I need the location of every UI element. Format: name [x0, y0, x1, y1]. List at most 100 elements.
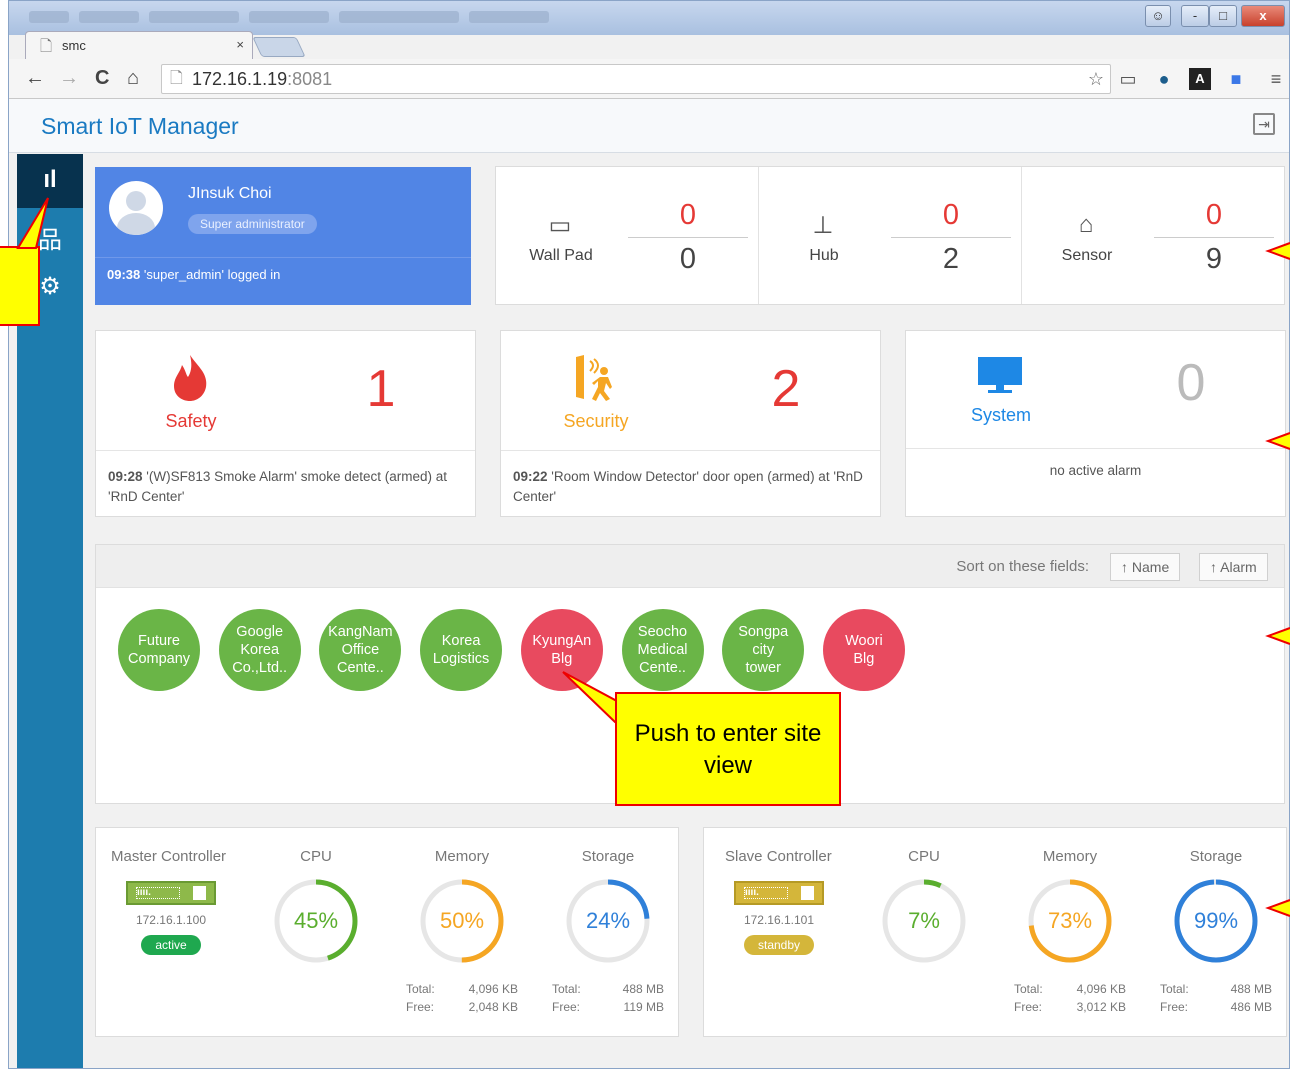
sort-alarm-button[interactable]: ↑ Alarm: [1199, 553, 1268, 581]
gauge-value: 7%: [908, 908, 940, 933]
device-label: Sensor: [1061, 247, 1113, 264]
bookmark-star-icon[interactable]: ☆: [1088, 65, 1104, 93]
site-bubble[interactable]: KangNam Office Cente..: [319, 609, 402, 691]
tab-title: smc: [62, 38, 86, 53]
login-log: 09:38 'super_admin' logged in: [95, 257, 471, 291]
address-bar-row: ← → C ⌂ 🗋 172.16.1.19:8081 ☆ ▭ ● A ■ ≡: [9, 59, 1289, 99]
alarm-message: no active alarm: [906, 448, 1285, 481]
memory-free: 3,012 KB: [1076, 1000, 1126, 1014]
cast-icon[interactable]: ▭: [1117, 68, 1139, 90]
device-sensor[interactable]: ⌂ Sensor 0 9: [1022, 167, 1285, 304]
device-label: Hub: [809, 247, 839, 264]
device-total-count: 9: [1205, 243, 1223, 275]
title-bar: ☺ - □ x: [9, 1, 1289, 35]
user-name: JInsuk Choi: [188, 185, 272, 202]
alarm-label: System: [970, 405, 1031, 425]
callout-pointer-edge: [1265, 242, 1290, 260]
system-alarm-card[interactable]: System 0 no active alarm: [905, 330, 1286, 517]
controller-icon: ıııı.: [126, 881, 216, 905]
site-bubble[interactable]: Google Korea Co.,Ltd..: [218, 609, 301, 691]
alarm-count: 0: [1176, 354, 1206, 412]
safety-alarm-card[interactable]: Safety 1 09:28 '(W)SF813 Smoke Alarm' sm…: [95, 330, 476, 517]
callout-pointer-edge: [1265, 899, 1290, 917]
close-window-button[interactable]: x: [1241, 5, 1285, 27]
sort-bar: Sort on these fields: ↑ Name ↑ Alarm: [96, 545, 1284, 588]
storage-stats: Total: Free: 488 MB 486 MB: [1160, 980, 1280, 1016]
gauge-value: 50%: [439, 908, 485, 933]
device-alarm-count: 0: [942, 199, 960, 231]
callout-pointer-edge: [1265, 627, 1290, 645]
controller-state-badge: standby: [744, 935, 814, 955]
tab-close-icon[interactable]: ×: [236, 37, 244, 52]
storage-gauge: 24%: [563, 876, 653, 966]
site-bubble[interactable]: Woori Blg: [822, 609, 905, 691]
back-icon[interactable]: ←: [25, 67, 45, 90]
storage-free: 119 MB: [623, 1000, 664, 1014]
alarm-count: 2: [771, 360, 801, 418]
wall-pad-icon: ▭: [548, 212, 572, 239]
gauge-value: 24%: [585, 908, 631, 933]
avatar: [109, 181, 163, 235]
app-header: Smart IoT Manager ⇥: [9, 99, 1289, 153]
callout-pointer-edge: [1265, 432, 1290, 450]
sidebar-callout: [0, 246, 40, 326]
menu-icon[interactable]: ≡: [1265, 68, 1287, 90]
alarm-label: Safety: [165, 411, 217, 431]
memory-stats: Total: Free: 4,096 KB 3,012 KB: [1014, 980, 1134, 1016]
device-hub[interactable]: ⊥ Hub 0 2: [759, 167, 1022, 304]
device-summary-card: ▭ Wall Pad 0 0 ⊥ Hub 0 2 ⌂ Sensor 0 9: [495, 166, 1285, 305]
browser-tab[interactable]: 🗋 smc ×: [25, 31, 253, 61]
site-bubble[interactable]: Korea Logistics: [420, 609, 503, 691]
security-alarm-card[interactable]: Security 2 09:22 'Room Window Detector' …: [500, 330, 881, 517]
fire-icon: [156, 353, 224, 414]
alarm-time: 09:22: [513, 469, 548, 484]
logout-icon[interactable]: ⇥: [1253, 113, 1275, 135]
device-label: Wall Pad: [529, 247, 593, 264]
alarm-count: 1: [366, 360, 396, 418]
user-button[interactable]: ☺: [1145, 5, 1171, 27]
page-icon: 🗋: [40, 38, 53, 55]
alarm-message: 09:22 'Room Window Detector' door open (…: [501, 450, 880, 507]
new-tab-button[interactable]: [252, 37, 306, 57]
url-host: 172.16.1.19: [192, 69, 288, 89]
maximize-button[interactable]: □: [1209, 5, 1237, 27]
device-total-count: 2: [942, 243, 960, 275]
browser-window: ☺ - □ x 🗋 smc × ← → C ⌂ 🗋 172.16.1.19:80…: [8, 0, 1290, 1069]
cpu-label: CPU: [300, 848, 332, 865]
url-input[interactable]: 🗋 172.16.1.19:8081 ☆: [161, 64, 1111, 94]
master-controller-card: Master Controller ıııı. 172.16.1.100 act…: [95, 827, 679, 1037]
site-view-callout: Push to enter site view: [615, 692, 841, 806]
sort-label: Sort on these fields:: [956, 558, 1089, 575]
device-wall-pad[interactable]: ▭ Wall Pad 0 0: [496, 167, 759, 304]
translate-icon[interactable]: ■: [1225, 68, 1247, 90]
alarm-text: 'Room Window Detector' door open (armed)…: [513, 469, 863, 504]
log-time: 09:38: [107, 267, 141, 282]
url-port: :8081: [287, 69, 333, 89]
sensor-icon: ⌂: [1078, 211, 1094, 238]
memory-gauge: 73%: [1025, 876, 1115, 966]
home-icon[interactable]: ⌂: [127, 67, 139, 90]
controller-title: Master Controller: [111, 848, 227, 865]
site-bubble[interactable]: Songpa city tower: [722, 609, 805, 691]
memory-total: 4,096 KB: [468, 982, 518, 996]
sort-name-button[interactable]: ↑ Name: [1110, 553, 1181, 581]
storage-total: 488 MB: [1230, 982, 1272, 996]
storage-free: 486 MB: [1230, 1000, 1272, 1014]
alarm-text: '(W)SF813 Smoke Alarm' smoke detect (arm…: [108, 469, 448, 504]
minimize-button[interactable]: -: [1181, 5, 1209, 27]
storage-stats: Total: Free: 488 MB 119 MB: [552, 980, 672, 1016]
extension-globe-icon[interactable]: ●: [1153, 68, 1175, 90]
storage-total: 488 MB: [622, 982, 664, 996]
gauge-value: 99%: [1193, 908, 1239, 933]
app-title: Smart IoT Manager: [41, 113, 239, 139]
hub-icon: ⊥: [812, 212, 834, 239]
intruder-icon: [561, 353, 629, 414]
forward-icon[interactable]: →: [59, 67, 79, 90]
reload-icon[interactable]: C: [95, 67, 109, 90]
extension-a-icon[interactable]: A: [1189, 68, 1211, 90]
callout-pointer: [16, 197, 49, 249]
site-bubble[interactable]: Future Company: [118, 609, 200, 691]
controller-icon: ıııı.: [734, 881, 824, 905]
memory-free: 2,048 KB: [468, 1000, 518, 1014]
cpu-gauge: 45%: [271, 876, 361, 966]
